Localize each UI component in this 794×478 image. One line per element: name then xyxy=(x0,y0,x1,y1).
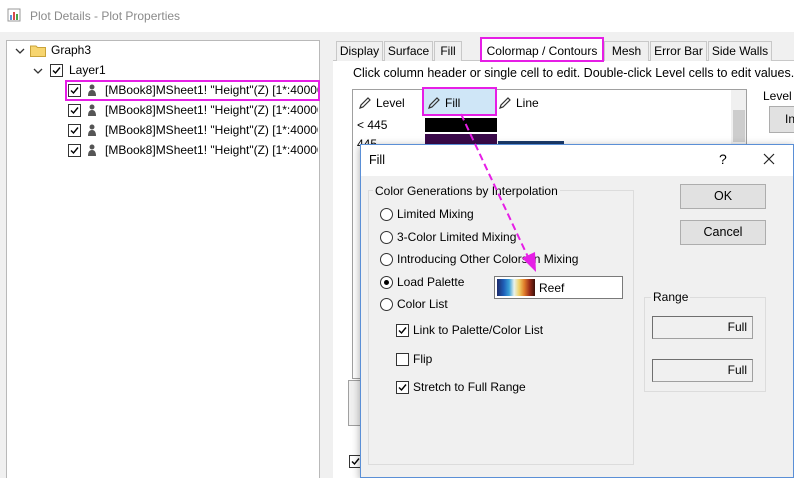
plot-icon xyxy=(88,84,96,96)
three-color-mixing-label: 3-Color Limited Mixing xyxy=(397,230,517,244)
plot-checkbox[interactable] xyxy=(68,144,81,157)
link-palette-label: Link to Palette/Color List xyxy=(413,323,544,337)
plot-icon xyxy=(88,124,96,136)
color-list-radio[interactable] xyxy=(380,298,393,311)
tree-item-plot[interactable]: [MBook8]MSheet1! "Height"(Z) [1*:40000 xyxy=(105,123,318,137)
link-palette-checkbox[interactable] xyxy=(396,324,409,337)
tree-item-plot[interactable]: [MBook8]MSheet1! "Height"(Z) [1*:40000 xyxy=(105,103,318,117)
column-header-level[interactable]: Level xyxy=(376,90,405,116)
dialog-title-bar xyxy=(361,145,793,176)
tab-fill[interactable]: Fill xyxy=(434,41,462,61)
flip-label: Flip xyxy=(413,352,433,366)
app-icon xyxy=(7,8,21,22)
palette-preview xyxy=(497,279,535,296)
flip-checkbox[interactable] xyxy=(396,353,409,366)
help-icon[interactable]: ? xyxy=(719,151,727,167)
limited-mixing-radio[interactable] xyxy=(380,208,393,221)
tab-side-walls[interactable]: Side Walls xyxy=(708,41,772,61)
dialog-title: Fill xyxy=(369,153,385,167)
three-color-mixing-radio[interactable] xyxy=(380,231,393,244)
column-header-fill[interactable]: Fill xyxy=(445,90,460,116)
other-colors-mixing-radio[interactable] xyxy=(380,253,393,266)
fill-color-cell[interactable] xyxy=(425,134,497,144)
window-title: Plot Details - Plot Properties xyxy=(30,9,181,23)
pencil-icon xyxy=(428,97,440,109)
column-header-line[interactable]: Line xyxy=(516,90,539,116)
level-group-label: Level xyxy=(763,89,792,103)
radio-selected-dot xyxy=(384,280,389,285)
close-icon[interactable] xyxy=(757,148,781,170)
folder-icon xyxy=(30,44,46,57)
tab-error-bar[interactable]: Error Bar xyxy=(650,41,707,61)
stretch-range-label: Stretch to Full Range xyxy=(413,380,526,394)
level-cell[interactable]: < 445 xyxy=(357,118,387,132)
chevron-down-icon[interactable] xyxy=(32,65,44,77)
color-list-label: Color List xyxy=(397,297,448,311)
limited-mixing-label: Limited Mixing xyxy=(397,207,474,221)
range-group-label: Range xyxy=(651,290,691,304)
plot-icon xyxy=(88,144,96,156)
tab-surface[interactable]: Surface xyxy=(384,41,433,61)
level-button[interactable]: In xyxy=(769,106,794,133)
load-palette-label: Load Palette xyxy=(397,275,465,289)
load-palette-radio[interactable] xyxy=(380,276,393,289)
stretch-range-checkbox[interactable] xyxy=(396,381,409,394)
scrollbar-thumb[interactable] xyxy=(733,110,745,142)
interpolation-group-label: Color Generations by Interpolation xyxy=(373,184,560,198)
other-colors-mixing-label: Introducing Other Colors in Mixing xyxy=(397,252,579,266)
instruction-text: Click column header or single cell to ed… xyxy=(353,66,794,80)
tree-item-graph[interactable]: Graph3 xyxy=(51,43,91,57)
plot-checkbox[interactable] xyxy=(68,124,81,137)
tab-colormap-contours[interactable]: Colormap / Contours xyxy=(480,37,604,62)
tree-item-plot[interactable]: [MBook8]MSheet1! "Height"(Z) [1*:40000 xyxy=(105,143,318,157)
chevron-down-icon[interactable] xyxy=(14,45,26,57)
cancel-button[interactable]: Cancel xyxy=(680,220,766,245)
palette-name: Reef xyxy=(539,281,565,295)
plot-checkbox[interactable] xyxy=(68,84,81,97)
range-min-field[interactable]: Full xyxy=(652,316,753,339)
tree-item-plot[interactable]: [MBook8]MSheet1! "Height"(Z) [1*:40000 xyxy=(105,83,318,97)
pencil-icon xyxy=(499,97,511,109)
range-max-field[interactable]: Full xyxy=(652,359,753,382)
fill-color-cell[interactable] xyxy=(425,118,497,132)
ok-button[interactable]: OK xyxy=(680,184,766,209)
plot-checkbox[interactable] xyxy=(68,104,81,117)
tab-display[interactable]: Display xyxy=(336,41,383,61)
pencil-icon xyxy=(359,97,371,109)
layer-checkbox[interactable] xyxy=(50,64,63,77)
tab-mesh[interactable]: Mesh xyxy=(604,41,649,61)
tree-item-layer[interactable]: Layer1 xyxy=(69,63,106,77)
plot-icon xyxy=(88,104,96,116)
